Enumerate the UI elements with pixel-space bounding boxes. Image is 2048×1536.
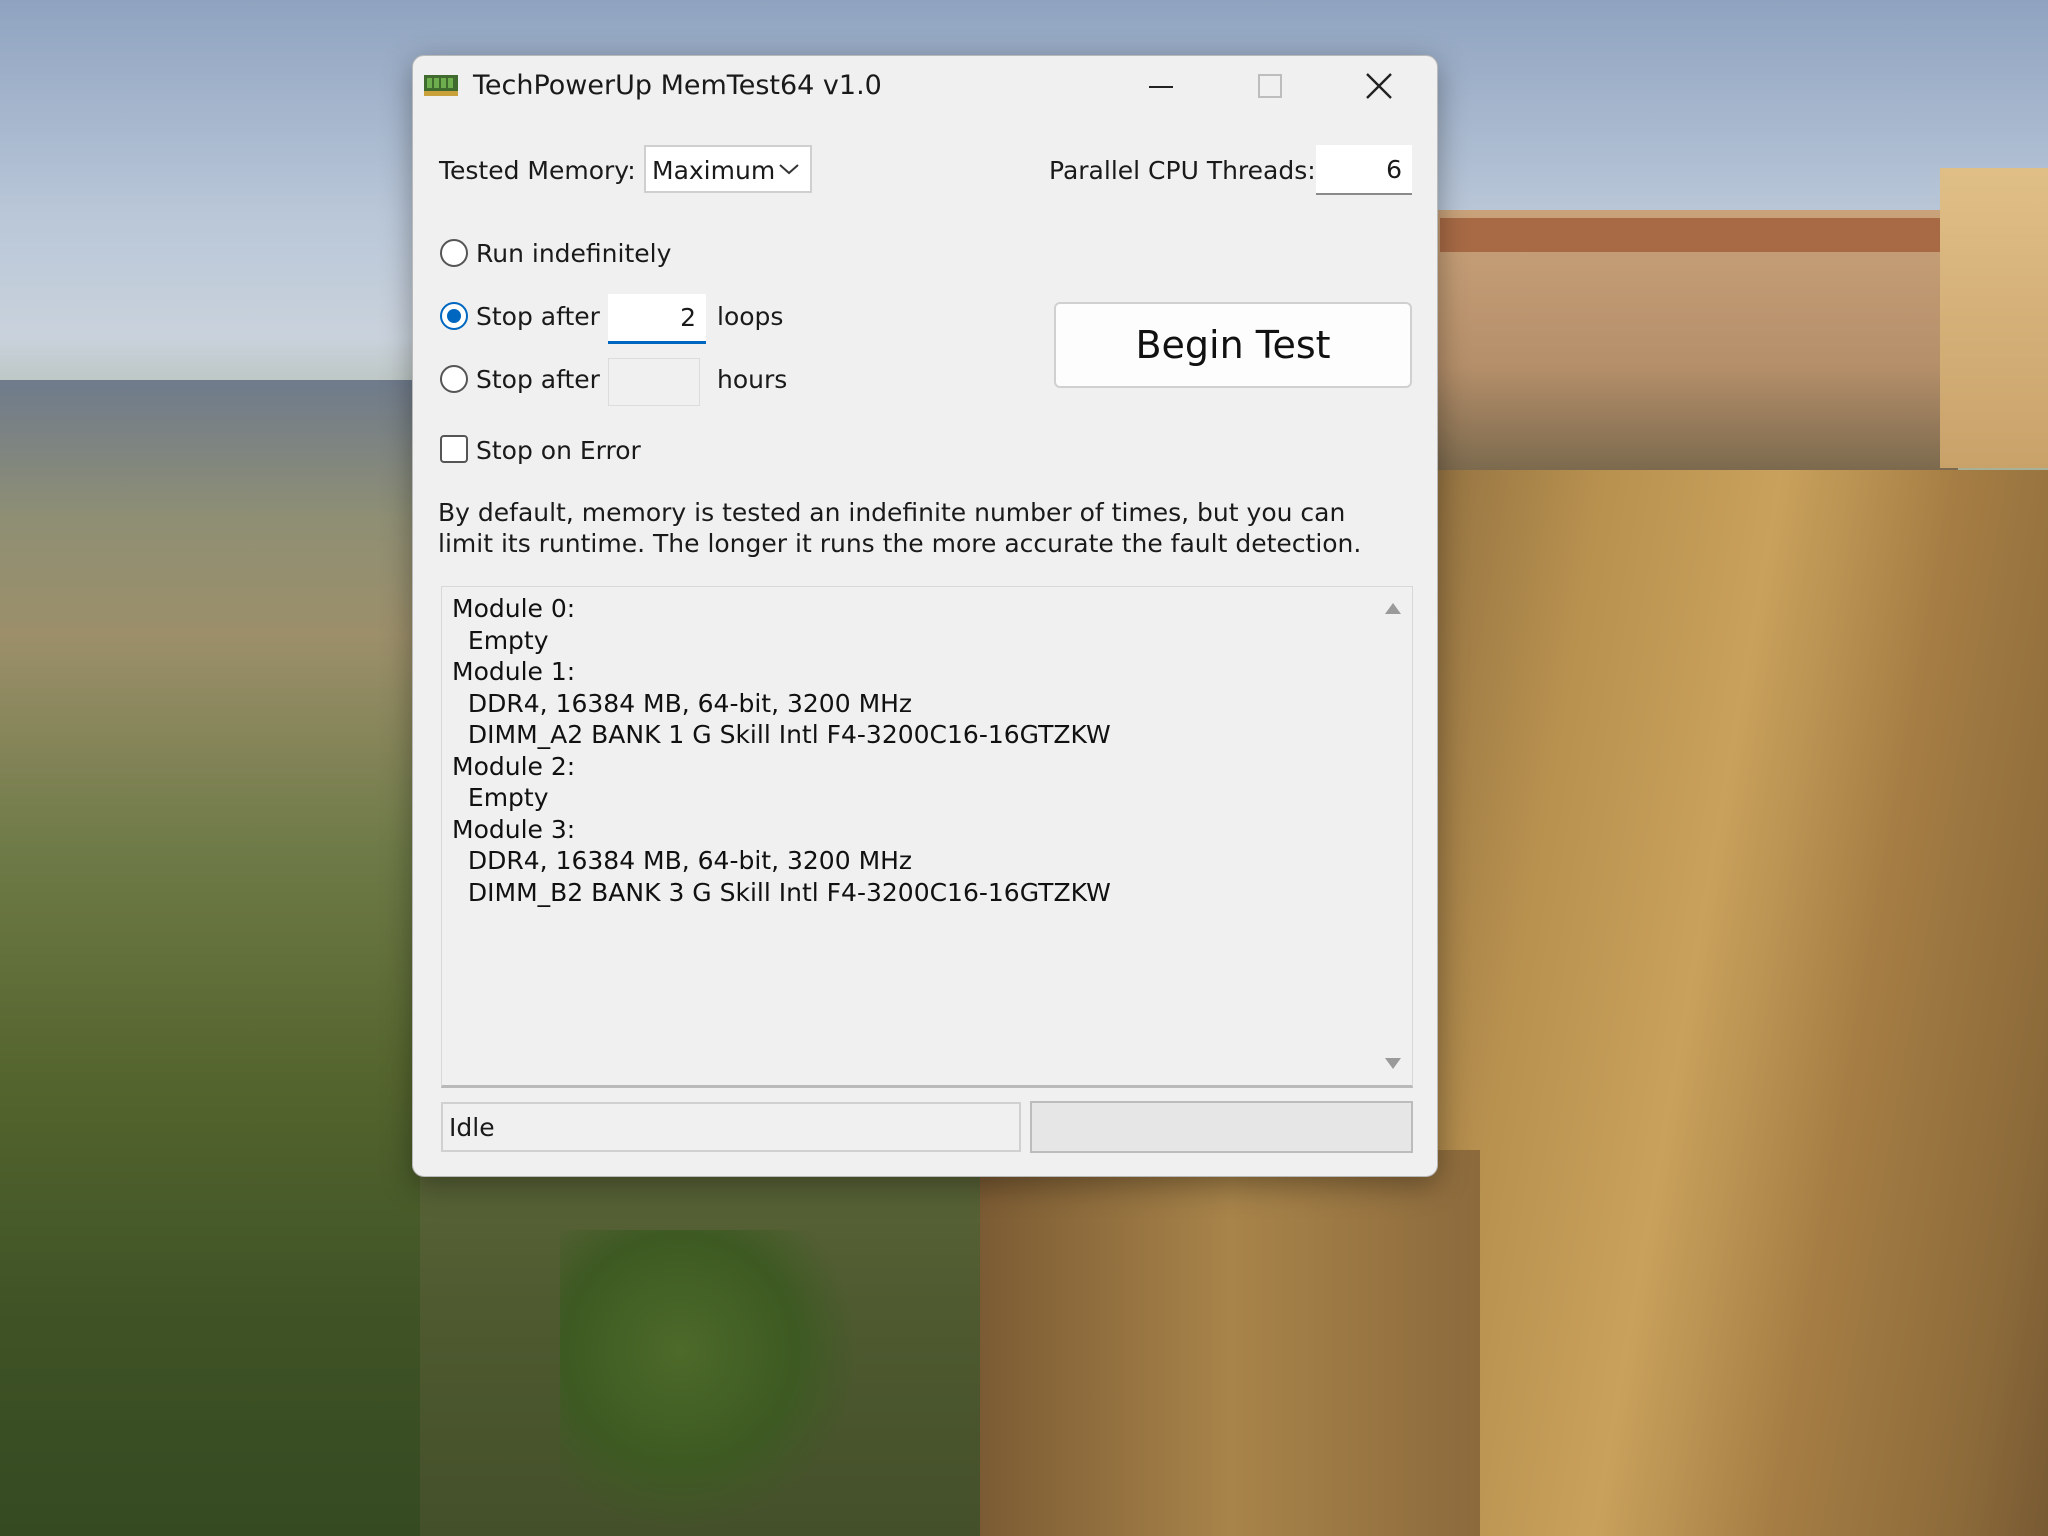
hours-unit-label: hours xyxy=(717,365,788,394)
module-detail: Empty xyxy=(452,625,549,655)
module-header: Module 0: xyxy=(452,594,576,623)
threads-input[interactable] xyxy=(1316,145,1412,195)
module-detail: DIMM_A2 BANK 1 G Skill Intl F4-3200C16-1… xyxy=(452,720,1111,749)
status-field: Idle xyxy=(441,1102,1021,1152)
stop-on-error-label[interactable]: Stop on Error xyxy=(476,436,641,465)
memtest-window: TechPowerUp MemTest64 v1.0 Tested Memory… xyxy=(412,55,1438,1177)
window-title: TechPowerUp MemTest64 v1.0 xyxy=(473,70,882,101)
stop-after-hours-label[interactable]: Stop after xyxy=(476,365,600,394)
scroll-up-icon[interactable] xyxy=(1384,601,1402,615)
tested-memory-select[interactable]: Maximum xyxy=(644,145,812,193)
maximize-button[interactable] xyxy=(1215,56,1325,116)
loops-unit-label: loops xyxy=(717,302,784,331)
hours-input[interactable] xyxy=(608,358,700,406)
chevron-down-icon xyxy=(779,164,799,175)
threads-label: Parallel CPU Threads: xyxy=(1049,156,1316,185)
module-detail: Empty xyxy=(452,783,549,812)
module-info-box[interactable]: Module 0: Empty Module 1: DDR4, 16384 MB,… xyxy=(441,586,1413,1088)
module-list: Module 0: Empty Module 1: DDR4, 16384 MB,… xyxy=(452,593,1352,908)
run-indefinitely-label[interactable]: Run indefinitely xyxy=(476,239,671,268)
module-detail: DDR4, 16384 MB, 64-bit, 3200 MHz xyxy=(452,688,913,718)
wallpaper-tower xyxy=(1940,168,2048,468)
progress-bar xyxy=(1030,1101,1413,1153)
status-text: Idle xyxy=(449,1113,495,1142)
memory-module-icon xyxy=(424,75,458,96)
close-button[interactable] xyxy=(1325,56,1435,116)
run-indefinitely-radio[interactable] xyxy=(440,239,468,267)
wallpaper-cliff xyxy=(1380,470,2048,1536)
wallpaper-bushes xyxy=(560,1230,860,1530)
module-header: Module 1: xyxy=(452,657,576,686)
vertical-scrollbar[interactable] xyxy=(1374,587,1412,1085)
module-detail: DIMM_B2 BANK 3 G Skill Intl F4-3200C16-1… xyxy=(452,877,1111,907)
description-text: By default, memory is tested an indefini… xyxy=(438,498,1362,558)
minimize-button[interactable] xyxy=(1105,56,1215,116)
begin-test-button[interactable]: Begin Test xyxy=(1054,302,1412,388)
module-header: Module 2: xyxy=(452,751,576,781)
module-header: Module 3: xyxy=(452,814,576,844)
scroll-down-icon[interactable] xyxy=(1384,1057,1402,1071)
tested-memory-value: Maximum xyxy=(652,156,776,185)
stop-on-error-checkbox[interactable] xyxy=(440,435,468,463)
wallpaper-hills xyxy=(0,380,420,1536)
close-icon xyxy=(1366,73,1392,99)
tested-memory-label: Tested Memory: xyxy=(439,156,636,185)
stop-after-loops-label[interactable]: Stop after xyxy=(476,302,600,331)
title-bar[interactable]: TechPowerUp MemTest64 v1.0 xyxy=(413,56,1437,116)
stop-after-hours-radio[interactable] xyxy=(440,365,468,393)
wallpaper-cliff-lower xyxy=(980,1150,1480,1536)
loops-input[interactable] xyxy=(608,294,706,344)
wallpaper-roof xyxy=(1440,218,1960,252)
stop-after-loops-radio[interactable] xyxy=(440,302,468,330)
module-detail: DDR4, 16384 MB, 64-bit, 3200 MHz xyxy=(452,846,913,875)
